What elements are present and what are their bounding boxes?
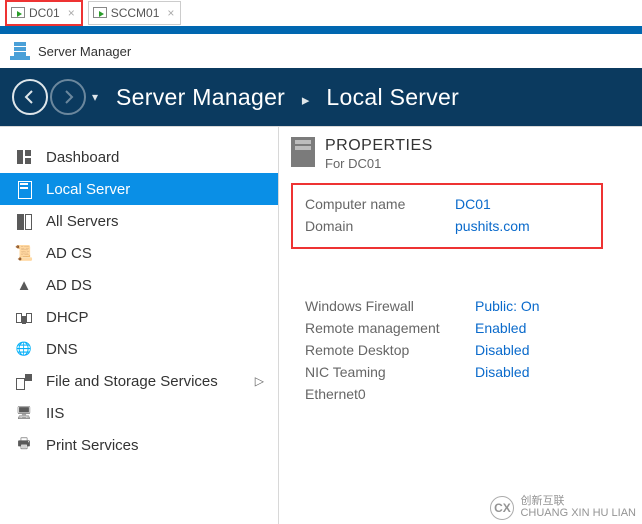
- property-value-firewall[interactable]: Public: On: [473, 295, 603, 317]
- sidebar-item-print-services[interactable]: Print Services: [0, 429, 278, 461]
- sidebar-item-label: Local Server: [46, 181, 130, 198]
- property-row: Computer name DC01: [303, 193, 591, 215]
- sidebar-item-dashboard[interactable]: Dashboard: [0, 141, 278, 173]
- storage-icon: [14, 374, 34, 388]
- sidebar-item-label: File and Storage Services: [46, 373, 218, 390]
- server-icon: [14, 181, 34, 197]
- property-key: Remote management: [303, 317, 473, 339]
- sidebar-item-label: AD DS: [46, 277, 92, 294]
- properties-highlight-box: Computer name DC01 Domain pushits.com: [291, 183, 603, 249]
- vm-tab-dc01[interactable]: DC01 ×: [6, 1, 82, 25]
- sidebar-item-label: Print Services: [46, 437, 139, 454]
- back-button[interactable]: [12, 79, 48, 115]
- forward-button[interactable]: [50, 79, 86, 115]
- property-key: NIC Teaming: [303, 361, 473, 383]
- watermark-logo-icon: CX: [490, 496, 514, 520]
- property-key: Computer name: [303, 193, 453, 215]
- dashboard-icon: [14, 150, 34, 164]
- property-row: Ethernet0: [303, 383, 603, 405]
- breadcrumb-root[interactable]: Server Manager: [116, 84, 285, 110]
- dhcp-icon: [14, 310, 34, 324]
- server-rack-icon: [291, 137, 315, 167]
- properties-subtitle: For DC01: [325, 156, 433, 171]
- property-row: NIC Teaming Disabled: [303, 361, 603, 383]
- sidebar-item-adcs[interactable]: AD CS: [0, 237, 278, 269]
- history-dropdown-icon[interactable]: ▾: [92, 90, 98, 104]
- sidebar-item-file-storage[interactable]: File and Storage Services ▷: [0, 365, 278, 397]
- properties-lower: Windows Firewall Public: On Remote manag…: [291, 295, 603, 405]
- sidebar-item-label: IIS: [46, 405, 64, 422]
- breadcrumb: Server Manager ▸ Local Server: [116, 84, 459, 111]
- adds-icon: [14, 277, 34, 294]
- main-split: Dashboard Local Server All Servers AD CS…: [0, 126, 642, 524]
- sidebar-item-label: Dashboard: [46, 149, 119, 166]
- server-manager-icon: [10, 42, 30, 60]
- properties-title: PROPERTIES: [325, 137, 433, 155]
- property-row: Windows Firewall Public: On: [303, 295, 603, 317]
- vm-tab-label: DC01: [29, 6, 60, 20]
- vm-tab-bar: DC01 × SCCM01 ×: [0, 0, 642, 26]
- property-value-remote-desktop[interactable]: Disabled: [473, 339, 603, 361]
- close-icon[interactable]: ×: [68, 6, 75, 20]
- breadcrumb-page[interactable]: Local Server: [326, 84, 459, 110]
- sidebar-item-adds[interactable]: AD DS: [0, 269, 278, 301]
- title-bar: Server Manager: [0, 34, 642, 68]
- property-key: Ethernet0: [303, 383, 473, 405]
- window-accent-bar: [0, 26, 642, 34]
- sidebar-item-label: All Servers: [46, 213, 119, 230]
- chevron-right-icon: ▷: [255, 374, 264, 388]
- property-value-domain[interactable]: pushits.com: [453, 215, 591, 237]
- certificate-icon: [14, 244, 34, 262]
- printer-icon: [14, 433, 34, 457]
- property-key: Windows Firewall: [303, 295, 473, 317]
- dns-icon: [14, 341, 34, 357]
- servers-icon: [14, 214, 34, 228]
- property-value-ethernet0[interactable]: [473, 383, 603, 405]
- vm-tab-label: SCCM01: [111, 6, 160, 20]
- property-row: Domain pushits.com: [303, 215, 591, 237]
- sidebar-item-dns[interactable]: DNS: [0, 333, 278, 365]
- property-value-computer-name[interactable]: DC01: [453, 193, 591, 215]
- sidebar-item-dhcp[interactable]: DHCP: [0, 301, 278, 333]
- header: ▾ Server Manager ▸ Local Server: [0, 68, 642, 126]
- vm-tab-sccm01[interactable]: SCCM01 ×: [88, 1, 182, 25]
- watermark-line2: CHUANG XIN HU LIAN: [520, 508, 636, 520]
- sidebar-item-local-server[interactable]: Local Server: [0, 173, 278, 205]
- vm-play-icon: [11, 7, 25, 19]
- watermark: CX 创新互联 CHUANG XIN HU LIAN: [490, 496, 636, 520]
- sidebar-item-all-servers[interactable]: All Servers: [0, 205, 278, 237]
- property-key: Domain: [303, 215, 453, 237]
- properties-header: PROPERTIES For DC01: [291, 137, 642, 171]
- breadcrumb-sep-icon: ▸: [302, 92, 310, 109]
- sidebar-item-label: AD CS: [46, 245, 92, 262]
- window-title: Server Manager: [38, 44, 131, 59]
- sidebar-item-iis[interactable]: IIS: [0, 397, 278, 429]
- property-key: Remote Desktop: [303, 339, 473, 361]
- sidebar-item-label: DHCP: [46, 309, 89, 326]
- property-value-nic-teaming[interactable]: Disabled: [473, 361, 603, 383]
- content-pane: PROPERTIES For DC01 Computer name DC01 D…: [279, 127, 642, 524]
- sidebar-item-label: DNS: [46, 341, 78, 358]
- property-row: Remote management Enabled: [303, 317, 603, 339]
- property-row: Remote Desktop Disabled: [303, 339, 603, 361]
- sidebar: Dashboard Local Server All Servers AD CS…: [0, 127, 279, 524]
- iis-icon: [14, 405, 34, 421]
- property-value-remote-mgmt[interactable]: Enabled: [473, 317, 603, 339]
- vm-play-icon: [93, 7, 107, 19]
- close-icon[interactable]: ×: [167, 6, 174, 20]
